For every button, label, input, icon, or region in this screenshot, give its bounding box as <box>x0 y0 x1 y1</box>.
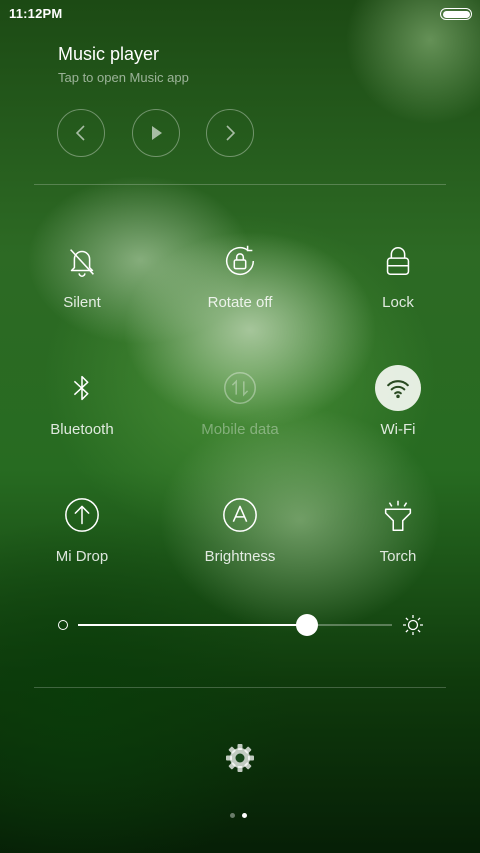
page-indicator <box>230 813 247 818</box>
tile-rotate-off[interactable]: Rotate off <box>170 238 310 338</box>
brightness-high-icon <box>403 615 423 635</box>
next-button[interactable] <box>206 109 254 157</box>
previous-icon <box>75 125 85 141</box>
tile-lock[interactable]: Lock <box>328 238 468 338</box>
previous-button[interactable] <box>57 109 105 157</box>
tile-mi-drop[interactable]: Mi Drop <box>12 492 152 592</box>
tile-brightness[interactable]: Brightness <box>170 492 310 592</box>
tile-label: Bluetooth <box>50 421 114 438</box>
battery-full-icon <box>440 8 472 20</box>
wifi-icon <box>375 365 421 411</box>
slider-track[interactable] <box>78 624 392 626</box>
page-dot <box>230 813 235 818</box>
music-player-subtitle[interactable]: Tap to open Music app <box>58 70 189 85</box>
torch-icon <box>375 492 421 538</box>
tile-label: Silent <box>63 294 101 311</box>
tile-wifi[interactable]: Wi-Fi <box>328 365 468 465</box>
status-bar: 11:12PM <box>0 0 480 28</box>
gear-icon[interactable] <box>224 742 256 774</box>
next-icon <box>226 125 236 141</box>
tile-silent[interactable]: Silent <box>12 238 152 338</box>
rotate-lock-icon <box>217 238 263 284</box>
tile-label: Mi Drop <box>55 548 109 565</box>
tile-mobile-data[interactable]: Mobile data <box>170 365 310 465</box>
lock-icon <box>375 238 421 284</box>
tile-label: Brightness <box>204 548 276 565</box>
tile-label: Mobile data <box>201 421 279 438</box>
tile-label: Torch <box>379 548 417 565</box>
divider-bottom <box>34 687 446 688</box>
auto-brightness-icon <box>217 492 263 538</box>
mobile-data-icon <box>217 365 263 411</box>
tile-label: Rotate off <box>207 294 273 311</box>
brightness-slider[interactable] <box>56 612 426 638</box>
brightness-low-icon <box>58 620 68 630</box>
tile-label: Wi-Fi <box>380 421 416 438</box>
page-dot-active <box>242 813 247 818</box>
tile-bluetooth[interactable]: Bluetooth <box>12 365 152 465</box>
tile-torch[interactable]: Torch <box>328 492 468 592</box>
tile-label: Lock <box>382 294 414 311</box>
bluetooth-icon <box>59 365 105 411</box>
bell-off-icon <box>59 238 105 284</box>
play-icon <box>152 126 162 140</box>
music-player-title[interactable]: Music player <box>58 44 159 65</box>
status-time: 11:12PM <box>9 6 63 21</box>
slider-thumb[interactable] <box>296 614 319 636</box>
slider-fill <box>78 624 308 626</box>
mi-drop-icon <box>59 492 105 538</box>
divider-top <box>34 184 446 185</box>
play-button[interactable] <box>132 109 180 157</box>
